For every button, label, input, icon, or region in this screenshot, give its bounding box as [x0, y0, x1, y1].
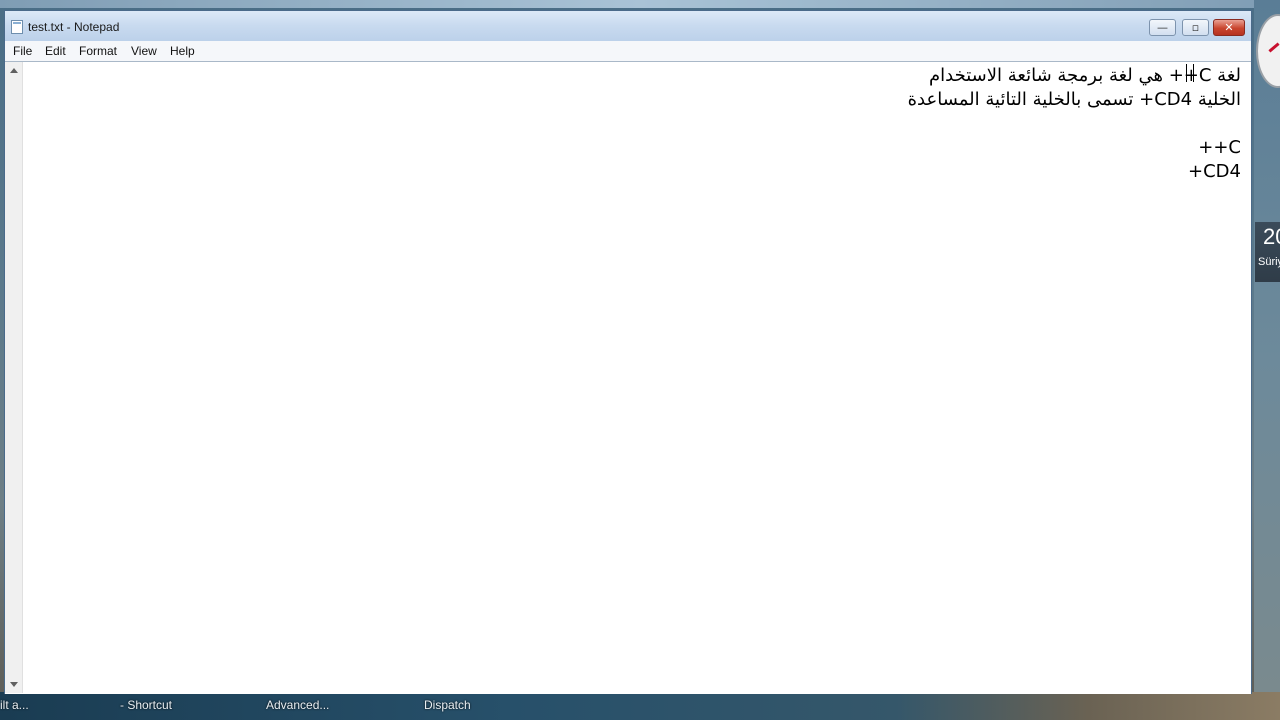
desktop-icon-label[interactable]: Dispatch [424, 698, 471, 712]
text-line: C++ [1198, 137, 1241, 158]
text-line: الخلية CD4+ تسمى بالخلية التائية المساعد… [907, 89, 1241, 110]
weather-temperature: 20 [1263, 224, 1280, 249]
weather-city: Süriy [1258, 256, 1280, 268]
clock-hand-icon [1268, 42, 1280, 53]
desktop-background-right [1254, 0, 1280, 720]
desktop-icons-row [0, 692, 1280, 720]
notepad-window: test.txt - Notepad — ▫ ✕ File Edit Forma… [4, 10, 1252, 694]
title-bar[interactable]: test.txt - Notepad — ▫ ✕ [5, 11, 1251, 41]
notepad-icon[interactable] [11, 20, 23, 34]
text-editor[interactable]: لغة C++ هي لغة برمجة شائعة الاستخدام الخ… [5, 61, 1251, 694]
desktop-icon-label[interactable]: Advanced... [266, 698, 329, 712]
text-line: CD4+ [1188, 161, 1241, 182]
minimize-button[interactable]: — [1149, 19, 1176, 36]
menu-help[interactable]: Help [170, 44, 195, 58]
text-line: لغة C++ هي لغة برمجة شائعة الاستخدام [929, 65, 1241, 86]
arrow-up-icon[interactable] [10, 68, 18, 73]
menu-format[interactable]: Format [79, 44, 117, 58]
desktop-background-top [0, 0, 1280, 8]
menu-bar: File Edit Format View Help [5, 41, 1251, 61]
desktop-icon-label[interactable]: ilt a... [0, 698, 29, 712]
window-title: test.txt - Notepad [28, 20, 120, 34]
weather-gadget[interactable]: 20 Süriy [1255, 222, 1280, 282]
maximize-button[interactable]: ▫ [1182, 19, 1209, 36]
menu-edit[interactable]: Edit [45, 44, 66, 58]
close-button[interactable]: ✕ [1213, 19, 1245, 36]
menu-file[interactable]: File [13, 44, 32, 58]
desktop-icon-label[interactable]: - Shortcut [120, 698, 172, 712]
menu-view[interactable]: View [131, 44, 157, 58]
arrow-down-icon[interactable] [10, 682, 18, 687]
document-text[interactable]: لغة C++ هي لغة برمجة شائعة الاستخدام الخ… [35, 64, 1241, 684]
vertical-scrollbar[interactable] [5, 62, 23, 693]
text-line [35, 112, 1241, 136]
